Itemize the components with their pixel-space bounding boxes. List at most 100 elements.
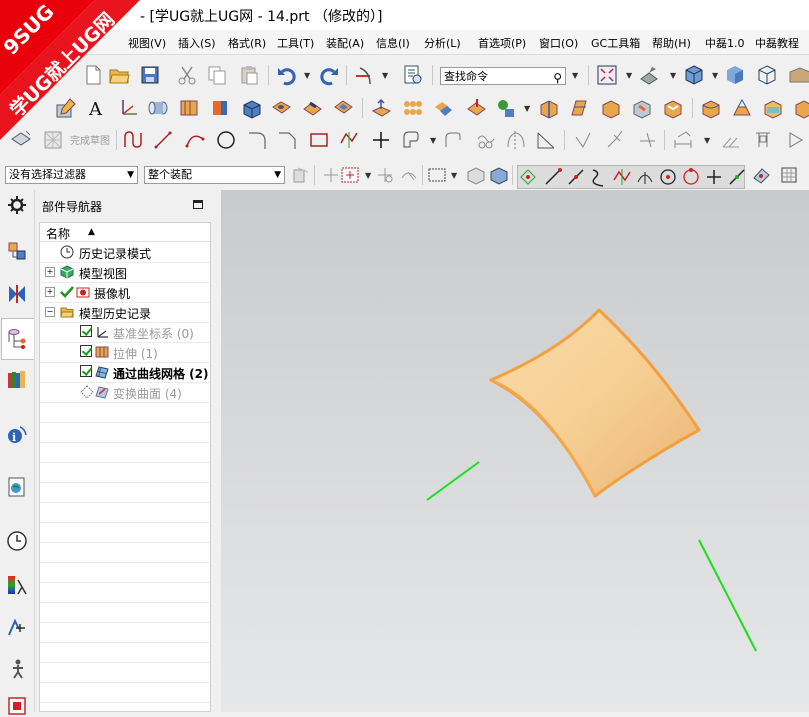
hole-icon[interactable] [270, 97, 292, 119]
view-dropdown-icon[interactable]: ▼ [626, 71, 632, 80]
corner-icon[interactable] [604, 129, 626, 151]
profile-icon[interactable] [122, 129, 144, 151]
roles-icon[interactable] [6, 695, 28, 717]
menu-assembly[interactable]: 装配(A) [326, 35, 364, 51]
pattern-icon[interactable] [402, 97, 424, 119]
history-clock-icon[interactable] [6, 530, 28, 552]
pattern-curve-icon[interactable] [474, 129, 496, 151]
point-on-line-icon[interactable] [726, 166, 748, 188]
arc-icon[interactable] [184, 129, 206, 151]
pocket-icon[interactable] [332, 97, 354, 119]
quadrant-point-icon[interactable] [657, 166, 679, 188]
tree-row-cameras[interactable]: + 摄像机 [40, 282, 210, 303]
trim-body-icon[interactable] [538, 97, 560, 119]
orient-view-icon[interactable] [638, 64, 660, 86]
face-blend-icon[interactable] [793, 97, 809, 119]
rapid-dimension-icon[interactable] [672, 129, 694, 151]
show-constraints-icon[interactable] [752, 129, 774, 151]
block-icon[interactable] [240, 97, 262, 119]
menu-window[interactable]: 窗口(O) [539, 35, 578, 51]
render-dropdown-icon[interactable]: ▼ [712, 71, 718, 80]
gear-icon[interactable] [6, 194, 28, 216]
copy-icon[interactable] [206, 64, 228, 86]
draft-icon[interactable] [762, 97, 784, 119]
auto-constraint-icon[interactable] [784, 129, 806, 151]
save-icon[interactable] [139, 64, 161, 86]
dimension-dropdown-icon[interactable]: ▼ [704, 136, 710, 145]
collapse-icon[interactable]: − [45, 307, 55, 317]
finish-sketch-icon[interactable] [42, 129, 64, 151]
tree-column-header[interactable]: 名称 ▲ [40, 223, 210, 242]
fit-view-icon[interactable] [596, 64, 618, 86]
feature-checkbox[interactable] [80, 345, 92, 357]
body-select-icon[interactable] [488, 164, 510, 186]
trim-curve-icon[interactable] [535, 129, 557, 151]
boolean-subtract-icon[interactable] [465, 97, 487, 119]
text-icon[interactable]: A [86, 97, 108, 119]
point-on-curve-icon[interactable] [680, 166, 702, 188]
edit-section-icon[interactable] [788, 64, 809, 86]
tree-row-transform-surface[interactable]: 变换曲面 (4) [40, 382, 210, 403]
end-point-icon[interactable] [542, 166, 564, 188]
fillet-icon[interactable] [246, 129, 268, 151]
quick-pick-icon[interactable] [398, 164, 420, 186]
rectangle-select-icon[interactable] [426, 164, 448, 186]
extrude-icon[interactable] [178, 97, 200, 119]
menu-preferences[interactable]: 首选项(P) [478, 35, 526, 51]
shaded-icon[interactable] [724, 64, 746, 86]
chamfer-curve-icon[interactable] [276, 129, 298, 151]
sketch-plane-icon[interactable] [10, 129, 32, 151]
menu-view[interactable]: 视图(V) [128, 35, 166, 51]
offset-face-icon[interactable] [600, 97, 622, 119]
tree-row-extrude[interactable]: 拉伸 (1) [40, 342, 210, 363]
menu-analysis[interactable]: 分析(L) [424, 35, 461, 51]
snap-enable-icon[interactable] [517, 166, 539, 188]
rect-select-dropdown-icon[interactable]: ▼ [451, 171, 457, 180]
revolve-icon[interactable] [209, 97, 231, 119]
mirror-curve-icon[interactable] [504, 129, 526, 151]
split-body-icon[interactable] [568, 97, 590, 119]
finish-sketch-label[interactable]: 完成草图 [70, 132, 110, 147]
menu-format[interactable]: 格式(R) [228, 35, 266, 51]
search-dropdown-icon[interactable]: ▼ [572, 71, 578, 80]
datum-csys-icon[interactable] [118, 97, 140, 119]
open-folder-icon[interactable] [108, 64, 130, 86]
shell-icon[interactable] [662, 97, 684, 119]
intersection-point-icon[interactable] [611, 166, 633, 188]
select-box-icon[interactable] [339, 164, 361, 186]
offset-curve-icon[interactable] [442, 129, 464, 151]
model-canvas[interactable] [221, 190, 809, 712]
hd3d-tools-icon[interactable]: i [6, 423, 28, 445]
tree-row-model-views[interactable]: + 模型视图 [40, 262, 210, 283]
cut-icon[interactable] [176, 64, 198, 86]
edge-blend-icon[interactable] [700, 97, 722, 119]
search-icon[interactable]: ⚲ [553, 69, 562, 87]
boss-icon[interactable] [301, 97, 323, 119]
axis-line-left[interactable] [426, 461, 480, 501]
tree-row-history-mode[interactable]: 历史记录模式 [40, 242, 210, 263]
reuse-library-icon[interactable] [6, 368, 28, 390]
existing-point-icon[interactable] [703, 166, 725, 188]
line-icon[interactable] [152, 129, 174, 151]
tree-row-datum-csys[interactable]: 基准坐标系 (0) [40, 322, 210, 343]
menu-zhonglei-tutorial[interactable]: 中磊教程 [755, 35, 799, 51]
menu-insert[interactable]: 插入(S) [178, 35, 216, 51]
sort-ascending-icon[interactable]: ▲ [88, 227, 95, 237]
tree-row-through-curve-mesh[interactable]: 通过曲线网格 (2) [40, 362, 210, 383]
polygon-icon[interactable] [338, 129, 360, 151]
system-materials-icon[interactable] [6, 574, 28, 596]
repeat-command-icon[interactable] [354, 64, 376, 86]
curve-dropdown-icon[interactable]: ▼ [430, 136, 436, 145]
extend-curve-icon[interactable] [572, 129, 594, 151]
wireframe-icon[interactable] [756, 64, 778, 86]
assembly-navigator-icon[interactable] [6, 240, 28, 262]
control-point-icon[interactable] [588, 166, 610, 188]
maximize-icon[interactable] [193, 200, 203, 209]
menu-gc-toolbox[interactable]: GC工具箱 [591, 35, 640, 51]
bounding-box-icon[interactable] [778, 164, 800, 186]
rectangle-icon[interactable] [308, 129, 330, 151]
paste-icon[interactable] [238, 64, 260, 86]
pad-icon[interactable] [370, 97, 392, 119]
point-icon[interactable] [370, 129, 392, 151]
feature-select-icon[interactable] [465, 164, 487, 186]
